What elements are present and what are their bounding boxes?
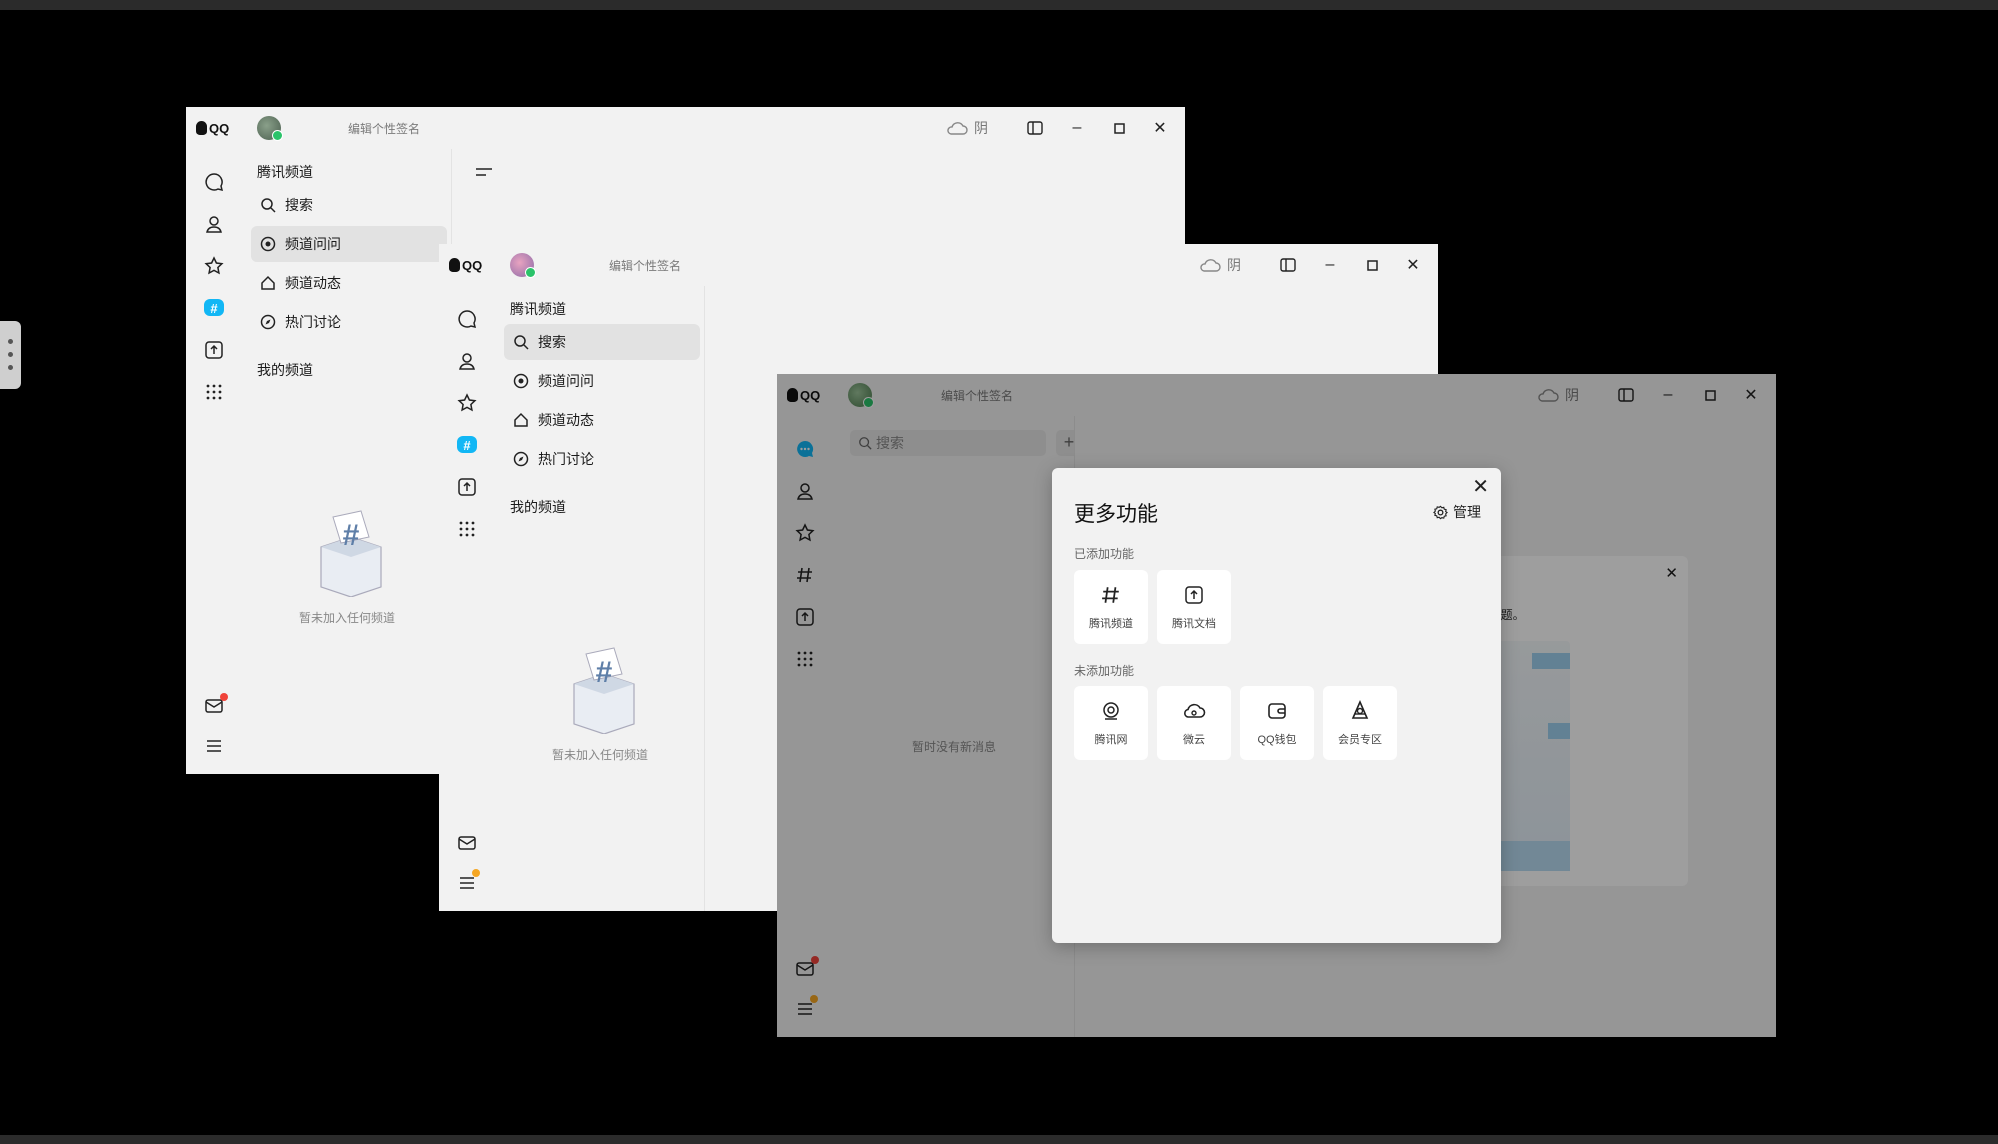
dialog-close-icon[interactable]: ✕ — [1472, 474, 1489, 499]
panel-item-hot[interactable]: 热门讨论 — [504, 441, 700, 477]
channel-icon[interactable]: # — [456, 434, 478, 456]
minimize-icon[interactable]: – — [1068, 119, 1086, 137]
left-nav: # — [439, 286, 496, 911]
tencent-doc-icon[interactable] — [203, 339, 225, 361]
qq-logo: QQ — [196, 119, 229, 137]
mail-icon[interactable] — [203, 693, 228, 717]
svg-text:#: # — [210, 301, 218, 316]
avatar[interactable] — [257, 116, 283, 141]
chat-icon[interactable] — [456, 308, 478, 330]
menu-icon[interactable] — [456, 869, 480, 894]
signature-text[interactable]: 编辑个性签名 — [348, 120, 420, 137]
added-section-label: 已添加功能 — [1074, 547, 1135, 561]
panel-item-feed[interactable]: 频道动态 — [251, 265, 447, 301]
maximize-icon[interactable] — [1363, 256, 1381, 274]
dialog-title: 更多功能 — [1074, 503, 1158, 526]
channel-panel: 腾讯频道 搜索 频道问问 频道动态 热门讨论 我的频道 # 暂未加入任何频道 — [496, 286, 704, 911]
home-icon — [512, 411, 530, 429]
star-icon[interactable] — [203, 255, 225, 277]
close-icon[interactable]: ✕ — [1404, 256, 1422, 274]
weather[interactable]: 阴 — [1199, 255, 1241, 275]
svg-text:#: # — [596, 656, 613, 689]
screen-bottom-bar — [0, 1135, 1998, 1144]
menu-icon[interactable] — [203, 735, 225, 757]
my-channels-heading: 我的频道 — [257, 362, 313, 378]
screen-top-bar — [0, 0, 1998, 10]
search-icon — [259, 196, 277, 214]
search-icon — [512, 333, 530, 351]
channel-panel: 腾讯频道 搜索 频道问问 频道动态 热门讨论 我的频道 # 暂未加入任何频道 — [243, 149, 451, 774]
minimize-icon[interactable]: – — [1321, 256, 1339, 274]
contacts-icon[interactable] — [203, 213, 225, 235]
apps-grid-icon[interactable] — [203, 381, 225, 403]
penguin-icon — [449, 258, 460, 272]
signature-text[interactable]: 编辑个性签名 — [609, 257, 681, 274]
panel-item-feed[interactable]: 频道动态 — [504, 402, 700, 438]
wallet-icon — [1265, 699, 1289, 723]
doc-icon — [1182, 583, 1206, 607]
mail-icon[interactable] — [456, 832, 478, 854]
empty-channels-text: 暂未加入任何频道 — [298, 611, 395, 625]
tencent-news-icon — [1099, 699, 1123, 723]
avatar[interactable] — [510, 253, 536, 278]
panel-item-hot[interactable]: 热门讨论 — [251, 304, 447, 340]
panel-item-questions[interactable]: 频道问问 — [504, 363, 700, 399]
side-drag-handle[interactable] — [0, 321, 21, 389]
cloud-icon — [946, 120, 968, 136]
panel-item-questions[interactable]: 频道问问 — [251, 226, 447, 262]
maximize-icon[interactable] — [1110, 119, 1128, 137]
vip-icon — [1348, 699, 1372, 723]
my-channels-heading: 我的频道 — [510, 499, 566, 515]
sidebar-toggle-icon[interactable] — [1026, 119, 1044, 137]
weather[interactable]: 阴 — [946, 118, 988, 138]
question-icon — [259, 235, 277, 253]
tencent-doc-icon[interactable] — [456, 476, 478, 498]
home-icon — [259, 274, 277, 292]
panel-title: 腾讯频道 — [510, 301, 566, 317]
feature-card-tencent-channel[interactable]: 腾讯频道 — [1074, 570, 1148, 644]
compass-icon — [259, 313, 277, 331]
title-bar[interactable]: QQ 编辑个性签名 阴 – ✕ — [186, 107, 1185, 149]
feature-card-vip[interactable]: 会员专区 — [1323, 686, 1397, 760]
apps-grid-icon[interactable] — [456, 518, 478, 540]
panel-item-search[interactable]: 搜索 — [251, 187, 447, 223]
empty-channels-text: 暂未加入任何频道 — [551, 748, 648, 762]
chat-icon[interactable] — [203, 171, 225, 193]
more-features-dialog: 更多功能 管理 ✕ 已添加功能 腾讯频道 腾讯文档 未添加功能 腾讯网 微云 Q… — [1052, 468, 1501, 943]
contacts-icon[interactable] — [456, 350, 478, 372]
panel-title: 腾讯频道 — [257, 164, 313, 180]
empty-box-illustration: # — [564, 644, 644, 734]
sidebar-toggle-icon[interactable] — [1279, 256, 1297, 274]
close-icon[interactable]: ✕ — [1151, 119, 1169, 137]
cloud-icon — [1199, 257, 1221, 273]
hashtag-icon — [1099, 583, 1123, 607]
star-icon[interactable] — [456, 392, 478, 414]
feature-card-tencent-docs[interactable]: 腾讯文档 — [1157, 570, 1231, 644]
cloud-icon — [1182, 699, 1206, 723]
left-nav: # — [186, 149, 243, 774]
question-icon — [512, 372, 530, 390]
feature-card-qq-wallet[interactable]: QQ钱包 — [1240, 686, 1314, 760]
svg-text:#: # — [343, 519, 360, 552]
manage-button[interactable]: 管理 — [1433, 502, 1481, 522]
feature-card-weiyun[interactable]: 微云 — [1157, 686, 1231, 760]
collapse-icon[interactable] — [475, 167, 493, 179]
not-added-section-label: 未添加功能 — [1074, 664, 1135, 678]
qq-logo: QQ — [449, 256, 482, 274]
panel-item-search[interactable]: 搜索 — [504, 324, 700, 360]
channel-icon[interactable]: # — [203, 297, 225, 319]
empty-box-illustration: # — [311, 507, 391, 597]
gear-icon — [1433, 505, 1448, 520]
compass-icon — [512, 450, 530, 468]
penguin-icon — [196, 121, 207, 135]
svg-text:#: # — [463, 438, 471, 453]
feature-card-tencent-news[interactable]: 腾讯网 — [1074, 686, 1148, 760]
title-bar[interactable]: QQ 编辑个性签名 阴 – ✕ — [439, 244, 1438, 286]
